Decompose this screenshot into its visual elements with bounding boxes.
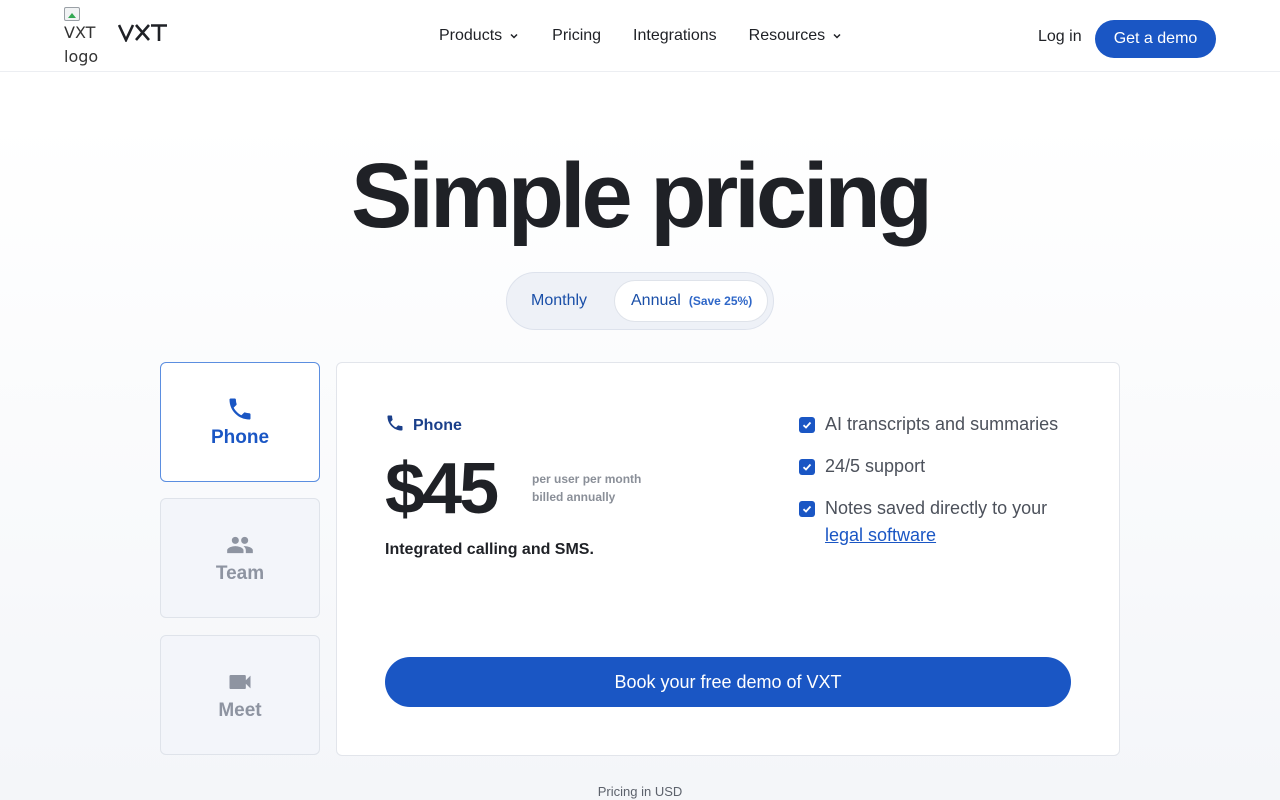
billing-toggle: Monthly Annual (Save 25%) <box>506 272 774 330</box>
price-note: per user per month billed annually <box>532 470 641 506</box>
phone-icon <box>226 395 254 423</box>
feature-text-prefix: Notes saved directly to your <box>825 498 1048 518</box>
get-demo-button[interactable]: Get a demo <box>1095 20 1216 58</box>
logo-alt-text: VXT logo <box>64 23 99 66</box>
price-note-period: per user per month <box>532 472 642 486</box>
broken-image-icon <box>64 7 80 21</box>
page-title: Simple pricing <box>351 145 933 247</box>
list-item: 24/5 support <box>799 455 1079 480</box>
legal-software-link[interactable]: legal software <box>825 525 936 545</box>
feature-text: AI transcripts and summaries <box>825 414 1059 434</box>
plan-price: $45 <box>385 449 499 529</box>
feature-list: AI transcripts and summaries 24/5 suppor… <box>799 413 1079 566</box>
billing-monthly-option[interactable]: Monthly <box>531 292 587 310</box>
list-item: AI transcripts and summaries <box>799 413 1079 438</box>
checkbox-checked-icon <box>799 501 815 517</box>
checkbox-checked-icon <box>799 459 815 475</box>
feature-text: Notes saved directly to your legal softw… <box>825 495 1047 549</box>
nav-resources-label: Resources <box>748 27 826 44</box>
billing-annual-label: Annual <box>631 292 681 309</box>
plan-tagline: Integrated calling and SMS. <box>385 541 594 558</box>
feature-text: 24/5 support <box>825 456 926 476</box>
pricing-card: Phone $45 per user per month billed annu… <box>336 362 1120 756</box>
nav-products[interactable]: Products <box>439 0 520 72</box>
chevron-down-icon <box>831 30 843 42</box>
logo-image[interactable]: VXT logo <box>64 7 98 67</box>
plan-tab-label: Phone <box>210 427 270 448</box>
price-note-billing: billed annually <box>532 490 616 504</box>
billing-annual-option[interactable]: Annual (Save 25%) <box>614 280 768 322</box>
nav-pricing-label: Pricing <box>552 27 602 44</box>
plan-tab-phone[interactable]: Phone <box>160 362 320 482</box>
brand-wordmark[interactable] <box>117 24 168 52</box>
nav-products-label: Products <box>439 27 503 44</box>
plan-tab-label: Meet <box>218 700 262 721</box>
nav-integrations[interactable]: Integrations <box>633 0 717 72</box>
video-camera-icon <box>226 668 254 696</box>
phone-icon <box>385 413 405 438</box>
login-link[interactable]: Log in <box>1038 28 1082 46</box>
people-icon <box>226 531 254 559</box>
plan-tab-meet[interactable]: Meet <box>160 635 320 755</box>
checkbox-checked-icon <box>799 417 815 433</box>
nav-integrations-label: Integrations <box>633 27 717 44</box>
list-item: Notes saved directly to your legal softw… <box>799 497 1079 549</box>
chevron-down-icon <box>508 30 520 42</box>
plan-tab-label: Team <box>215 563 265 584</box>
pricing-currency-note: Pricing in USD <box>597 784 683 799</box>
book-demo-button[interactable]: Book your free demo of VXT <box>385 657 1071 707</box>
plan-tab-team[interactable]: Team <box>160 498 320 618</box>
vxt-wordmark-icon <box>117 24 167 44</box>
main-nav: Products Pricing Integrations Resources <box>439 0 843 72</box>
site-header: VXT logo Products Pricing Integrations R… <box>0 0 1280 72</box>
plan-name: Phone <box>413 416 462 434</box>
savings-badge: (Save 25%) <box>688 294 753 308</box>
plan-heading: Phone <box>385 413 462 438</box>
nav-resources[interactable]: Resources <box>749 0 843 72</box>
nav-pricing[interactable]: Pricing <box>552 0 601 72</box>
